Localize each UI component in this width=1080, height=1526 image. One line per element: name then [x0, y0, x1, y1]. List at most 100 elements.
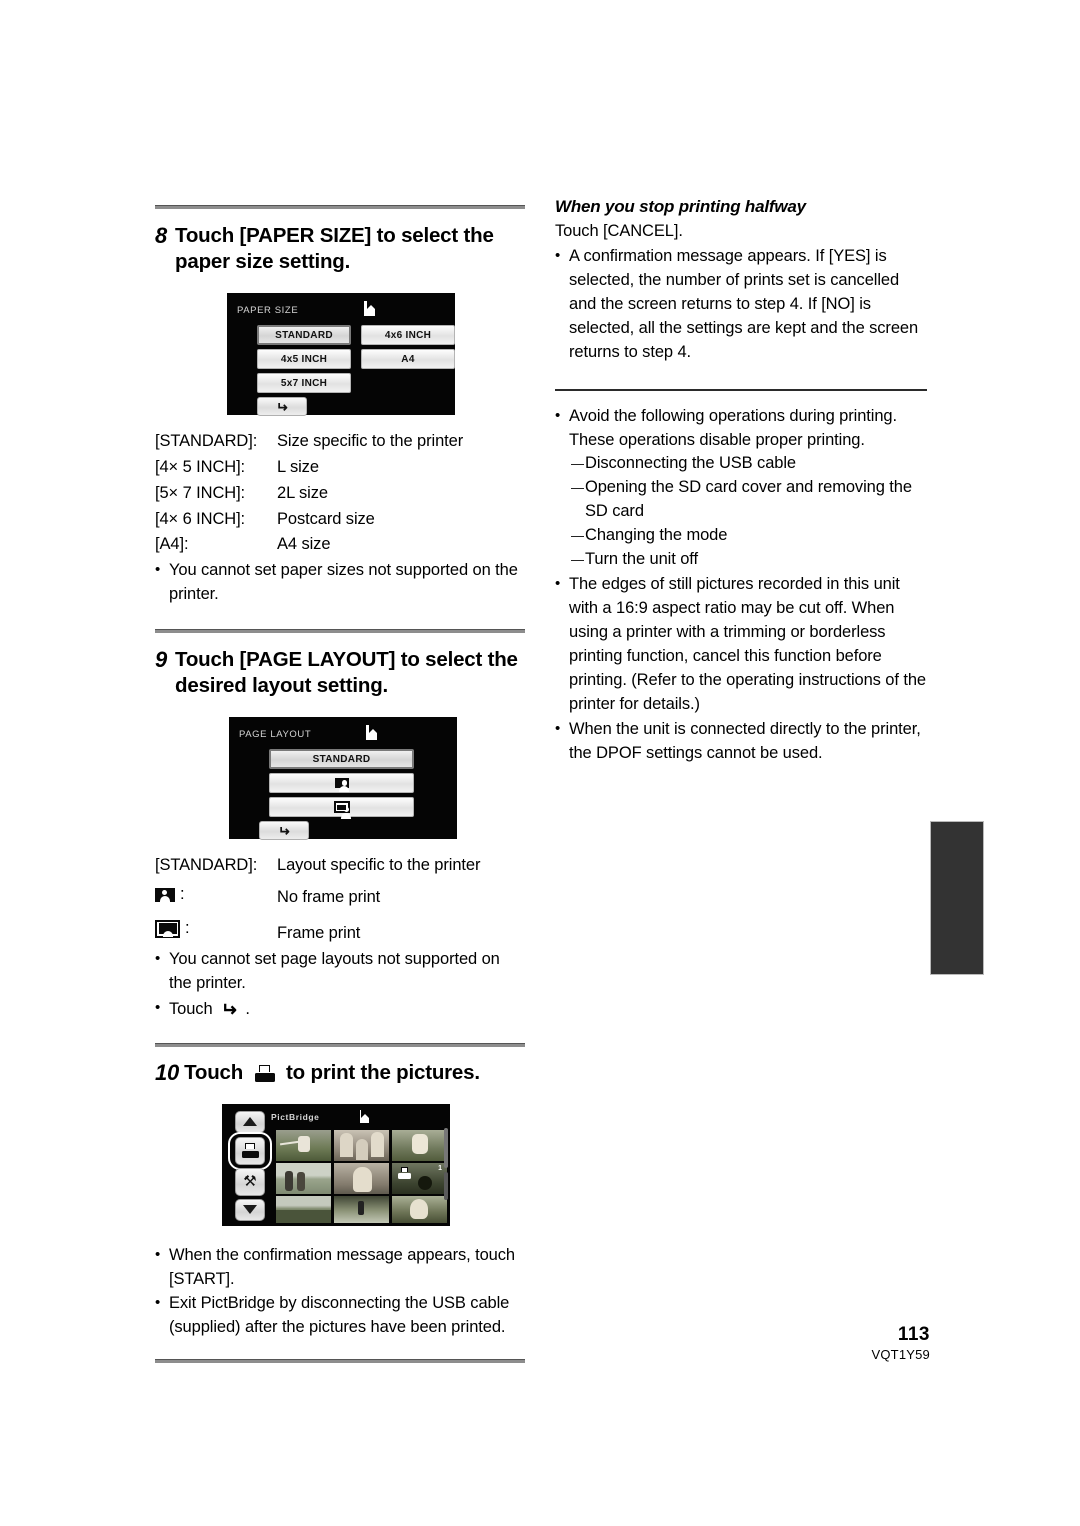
scrollbar-track[interactable] — [444, 1171, 448, 1200]
paper-size-option-standard[interactable]: STANDARD — [257, 325, 351, 346]
definition-term: : — [155, 916, 277, 942]
step-10-title-after: to print the pictures. — [286, 1060, 480, 1084]
definition-row: : No frame print — [155, 882, 525, 911]
thumbnail-subject — [297, 1171, 305, 1191]
note-text: When the unit is connected directly to t… — [569, 719, 921, 762]
page-layout-notes: You cannot set page layouts not supporte… — [155, 948, 525, 1024]
note-item: A confirmation message appears. If [YES]… — [555, 245, 927, 365]
note-text: When the confirmation message appears, t… — [169, 1245, 515, 1288]
sub-item-text: Disconnecting the USB cable — [585, 454, 797, 473]
sub-item: Disconnecting the USB cable — [555, 452, 927, 476]
page-layout-screen: PAGE LAYOUT STANDARD ↵ — [229, 717, 457, 841]
note-item: You cannot set page layouts not supporte… — [155, 948, 525, 996]
definition-desc: Size specific to the printer — [277, 432, 464, 451]
definition-row: [4× 5 INCH]: L size — [155, 455, 525, 481]
step-8-title: Touch [PAPER SIZE] to select the paper s… — [175, 224, 494, 274]
thumbnail-item[interactable] — [392, 1195, 447, 1223]
step-10-heading: 10 Touch to print the pictures. — [155, 1060, 525, 1087]
paper-size-definition-list: [STANDARD]: Size specific to the printer… — [155, 429, 525, 558]
paper-size-option-5x7-inch[interactable]: 5x7 INCH — [257, 373, 351, 394]
definition-term: [STANDARD]: — [155, 856, 258, 875]
definition-term: [5× 7 INCH]: — [155, 483, 246, 502]
thumbnail-item[interactable] — [334, 1162, 389, 1194]
paper-size-notes: You cannot set paper sizes not supported… — [155, 559, 525, 607]
bullet-icon — [555, 573, 569, 595]
step-9-heading: 9 Touch [PAGE LAYOUT] to select the desi… — [155, 647, 525, 699]
printer-icon-body — [254, 1073, 275, 1082]
paper-size-option-a4[interactable]: A4 — [361, 349, 455, 370]
note-text: A confirmation message appears. If [YES]… — [569, 247, 919, 361]
thumbnail-item[interactable] — [276, 1129, 331, 1161]
definition-desc: A4 size — [277, 535, 331, 554]
page-layout-option-standard[interactable]: STANDARD — [269, 749, 414, 770]
manual-page: 8 Touch [PAPER SIZE] to select the paper… — [0, 0, 1080, 1526]
step-8-number: 8 — [155, 223, 168, 248]
thumbnail-item-with-print-mark[interactable]: 1 — [392, 1162, 447, 1194]
sub-item: Opening the SD card cover and removing t… — [555, 476, 927, 524]
thumbnail-subject — [353, 1166, 372, 1192]
thumbnail-item[interactable] — [392, 1129, 447, 1161]
note-text: The edges of still pictures recorded in … — [569, 575, 926, 713]
note-text: Touch ↵ . — [169, 997, 525, 1025]
paper-size-option-4x5-inch[interactable]: 4x5 INCH — [257, 349, 351, 370]
definition-desc: 2L size — [277, 483, 328, 502]
definition-desc: Frame print — [277, 923, 361, 942]
scroll-down-button[interactable] — [235, 1198, 265, 1221]
touch-label: Touch — [169, 1000, 213, 1019]
tools-icon: ⚒ — [243, 1173, 257, 1191]
definition-desc: Layout specific to the printer — [277, 856, 481, 875]
bullet-icon — [555, 718, 569, 740]
bullet-icon — [155, 559, 169, 581]
frame-print-icon-inner — [337, 804, 346, 810]
paper-size-back-button[interactable]: ↵ — [257, 397, 307, 417]
settings-button[interactable]: ⚒ — [235, 1167, 265, 1196]
step-9-number: 9 — [155, 646, 168, 672]
note-item: You cannot set paper sizes not supported… — [155, 559, 525, 607]
page-layout-option-frame[interactable] — [269, 797, 414, 819]
step-10-title: Touch to print the pictures. — [184, 1060, 525, 1086]
thumbnail-item[interactable] — [276, 1162, 331, 1194]
page-icon — [366, 725, 377, 741]
triangle-down-icon — [243, 1205, 257, 1215]
thumbnail-item[interactable] — [334, 1129, 389, 1161]
scroll-up-button[interactable] — [235, 1110, 265, 1133]
thumbnail-detail — [418, 1175, 432, 1190]
thumbnail-subject — [356, 1138, 368, 1160]
definition-term: : — [155, 882, 277, 908]
bullet-icon — [155, 1244, 169, 1266]
section-divider-step9 — [155, 628, 525, 633]
sub-item: Turn the unit off — [555, 548, 927, 572]
print-button-highlight — [228, 1131, 272, 1170]
thumbnail-item[interactable] — [276, 1195, 331, 1223]
thumbnail-detail — [276, 1209, 331, 1223]
frame-print-icon — [155, 919, 180, 938]
section-divider-top — [155, 205, 525, 209]
definition-term: [STANDARD]: — [155, 432, 258, 451]
definition-term-suffix: : — [185, 918, 190, 937]
sub-item: Changing the mode — [555, 524, 927, 548]
printer-icon — [254, 1064, 275, 1082]
bullet-icon — [155, 997, 169, 1019]
definition-row: : Frame print — [155, 916, 525, 947]
touch-label-suffix: . — [245, 1000, 250, 1019]
step-9-title: Touch [PAGE LAYOUT] to select the desire… — [175, 647, 518, 698]
paper-size-option-4x6-inch[interactable]: 4x6 INCH — [361, 325, 455, 346]
page-layout-option-no-frame[interactable] — [269, 773, 414, 794]
pictbridge-screen-title: PictBridge — [271, 1111, 320, 1122]
step-10-title-before: Touch — [184, 1060, 244, 1084]
note-item-touch-back: Touch ↵ . — [155, 997, 525, 1025]
thumbnail-item[interactable] — [334, 1195, 389, 1223]
page-layout-screen-title: PAGE LAYOUT — [239, 729, 312, 741]
page-layout-definition-list: [STANDARD]: Layout specific to the print… — [155, 853, 525, 946]
paper-size-screen: PAPER SIZE STANDARD 4x6 INCH 4x5 INCH A4… — [227, 293, 455, 417]
right-column: When you stop printing halfway Touch [CA… — [555, 196, 927, 765]
definition-desc: Postcard size — [277, 509, 375, 528]
page-layout-back-button[interactable]: ↵ — [259, 821, 309, 841]
sub-item-text: Changing the mode — [585, 526, 728, 545]
right-column-divider — [555, 388, 927, 391]
scrollbar-thumb[interactable] — [444, 1127, 448, 1168]
no-frame-print-icon — [334, 778, 350, 793]
definition-row: [STANDARD]: Size specific to the printer — [155, 429, 525, 455]
thumbnail-subject — [285, 1170, 293, 1191]
stop-printing-line: Touch [CANCEL]. — [555, 222, 683, 241]
